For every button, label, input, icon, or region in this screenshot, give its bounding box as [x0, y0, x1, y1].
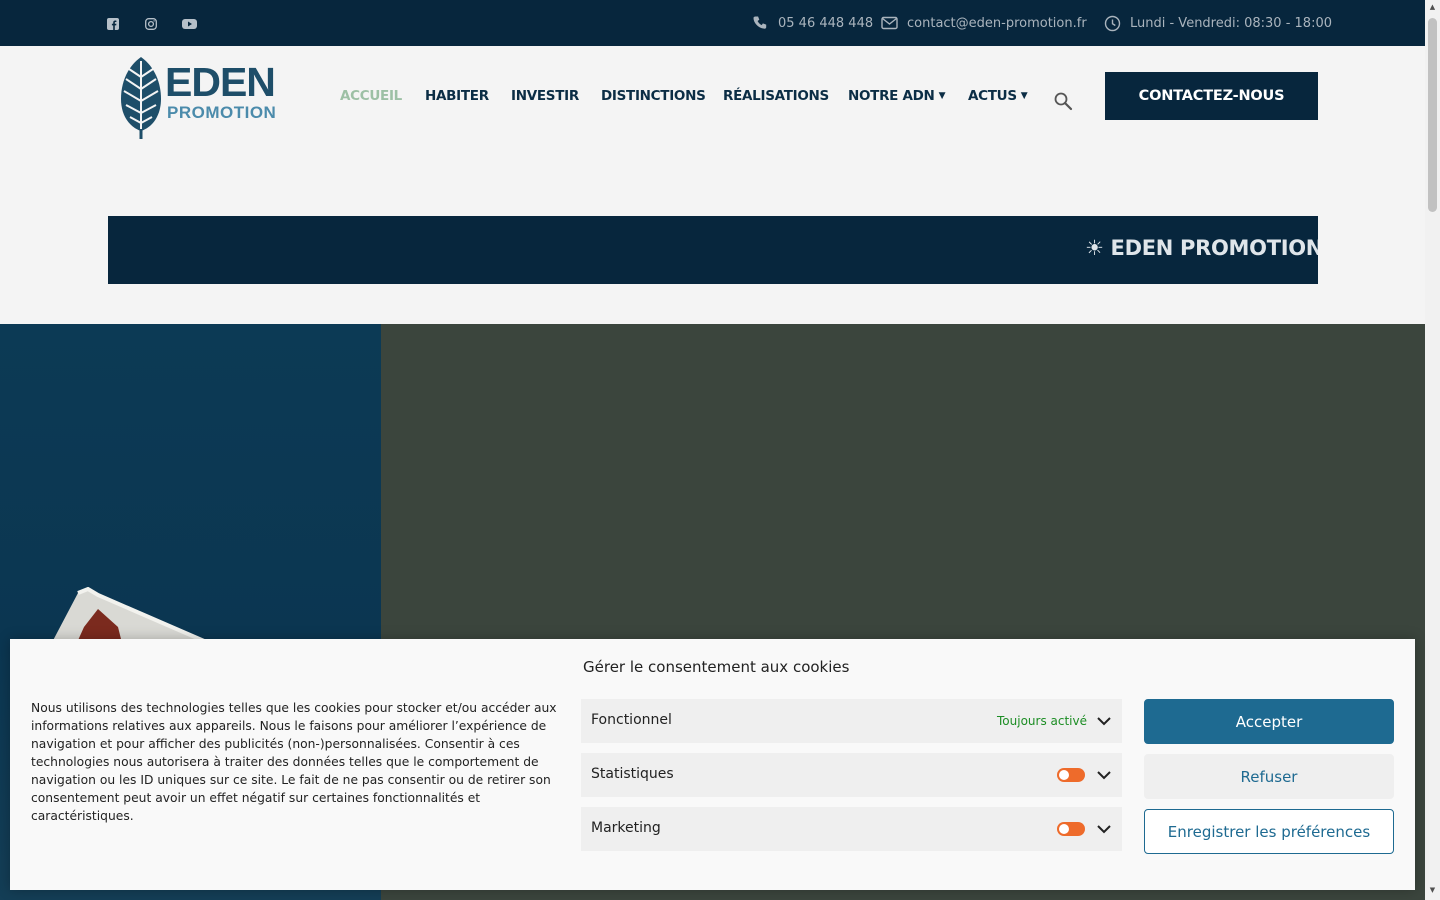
scrollbar-thumb[interactable] — [1428, 18, 1437, 212]
nav-item-notre-adn[interactable]: NOTRE ADN ▼ — [848, 87, 945, 105]
nav-item-realisations[interactable]: RÉALISATIONS — [723, 87, 829, 105]
category-label: Marketing — [591, 820, 661, 836]
scroll-up-arrow[interactable]: ▲ — [1428, 3, 1437, 11]
youtube-icon[interactable] — [182, 15, 197, 29]
scroll-down-arrow[interactable]: ▼ — [1428, 886, 1437, 894]
search-icon[interactable] — [1053, 91, 1073, 111]
leaf-logo-icon — [121, 57, 161, 139]
site-header: EDEN PROMOTION ACCUEIL HABITER INVESTIR … — [0, 46, 1425, 324]
chevron-down-icon: ▼ — [938, 91, 946, 101]
category-label: Fonctionnel — [591, 712, 672, 728]
statistics-toggle[interactable] — [1057, 768, 1085, 782]
cookie-category-statistics[interactable]: Statistiques — [581, 753, 1122, 797]
contact-button[interactable]: CONTACTEZ-NOUS — [1105, 72, 1318, 120]
email-info[interactable]: contact@eden-promotion.fr — [881, 13, 1087, 33]
email-address[interactable]: contact@eden-promotion.fr — [907, 16, 1087, 31]
announcement-ticker: ☀ EDEN PROMOTION R — [108, 216, 1318, 284]
always-active-label: Toujours activé — [997, 714, 1087, 728]
save-preferences-button[interactable]: Enregistrer les préférences — [1144, 809, 1394, 854]
cookie-category-functional[interactable]: Fonctionnel Toujours activé — [581, 699, 1122, 743]
cookie-consent-banner: Gérer le consentement aux cookies Nous u… — [10, 639, 1415, 890]
chevron-down-icon: ▼ — [1020, 91, 1028, 101]
marketing-toggle[interactable] — [1057, 822, 1085, 836]
instagram-icon[interactable] — [145, 15, 159, 30]
category-label: Statistiques — [591, 766, 674, 782]
logo-title: EDEN — [165, 59, 276, 105]
accept-button[interactable]: Accepter — [1144, 699, 1394, 744]
nav-item-investir[interactable]: INVESTIR — [511, 87, 579, 105]
cookie-title: Gérer le consentement aux cookies — [583, 658, 850, 676]
chevron-down-icon[interactable] — [1096, 821, 1112, 837]
phone-info[interactable]: 05 46 448 448 — [752, 13, 873, 33]
nav-item-distinctions[interactable]: DISTINCTIONS — [601, 87, 706, 105]
hours-info: Lundi - Vendredi: 08:30 - 18:00 — [1104, 13, 1332, 33]
phone-icon — [753, 16, 767, 29]
ticker-text: ☀ EDEN PROMOTION R — [1085, 236, 1318, 260]
refuse-button[interactable]: Refuser — [1144, 754, 1394, 799]
site-logo[interactable]: EDEN PROMOTION — [119, 55, 279, 139]
chevron-down-icon[interactable] — [1096, 713, 1112, 729]
opening-hours: Lundi - Vendredi: 08:30 - 18:00 — [1130, 15, 1333, 31]
top-bar: 05 46 448 448 contact@eden-promotion.fr … — [0, 0, 1425, 46]
mail-icon — [881, 16, 898, 30]
nav-item-habiter[interactable]: HABITER — [425, 87, 489, 105]
nav-item-actus[interactable]: ACTUS ▼ — [968, 87, 1028, 105]
facebook-icon[interactable] — [107, 15, 121, 30]
clock-icon — [1104, 15, 1121, 31]
phone-number[interactable]: 05 46 448 448 — [778, 16, 873, 31]
logo-subtitle: PROMOTION — [167, 103, 277, 122]
cookie-description: Nous utilisons des technologies telles q… — [31, 701, 557, 823]
cookie-category-marketing[interactable]: Marketing — [581, 807, 1122, 851]
nav-item-accueil[interactable]: ACCUEIL — [340, 87, 402, 105]
chevron-down-icon[interactable] — [1096, 767, 1112, 783]
